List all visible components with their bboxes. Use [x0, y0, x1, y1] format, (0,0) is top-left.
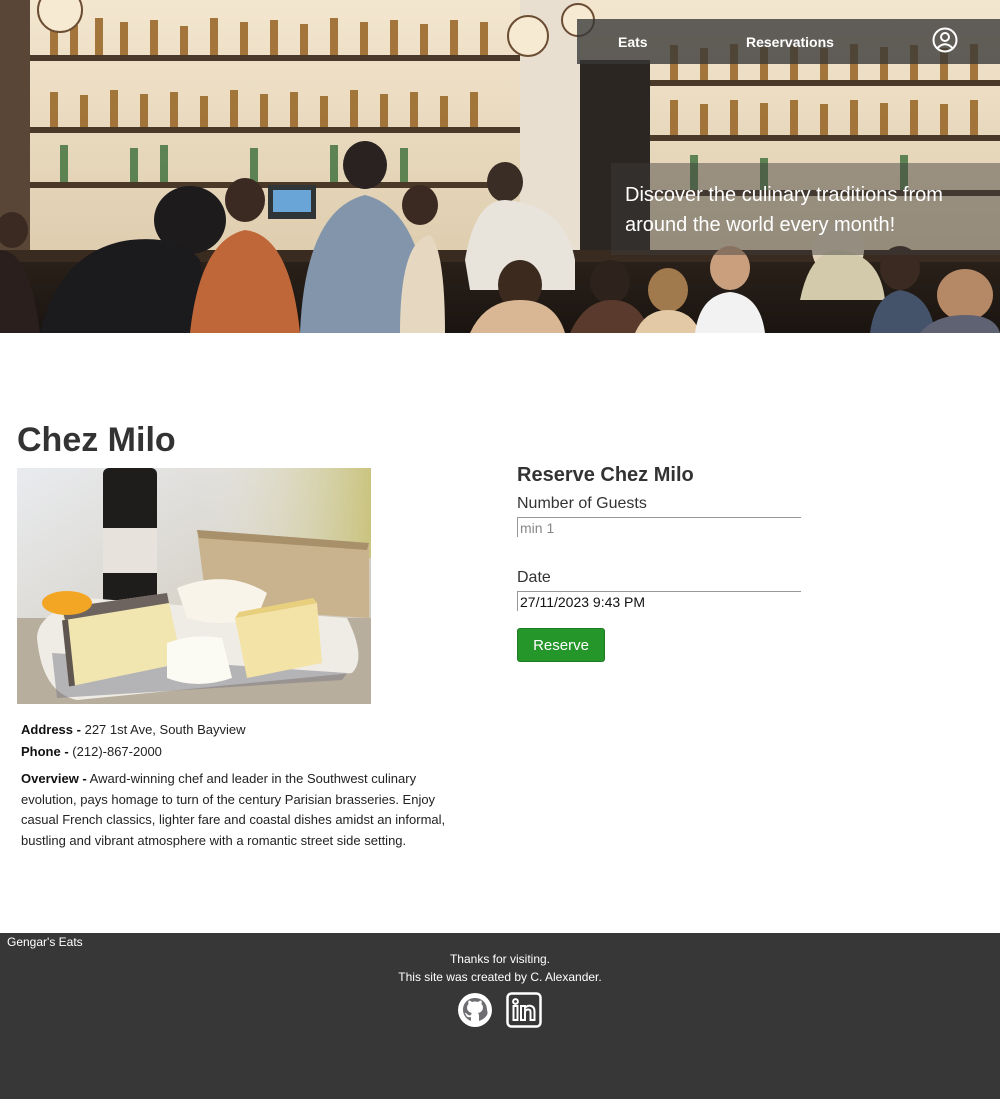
nav-eats-link[interactable]: Eats	[618, 34, 648, 50]
guests-input[interactable]	[517, 517, 801, 537]
date-label: Date	[517, 569, 551, 586]
hero-tagline: Discover the culinary traditions from ar…	[625, 184, 943, 236]
footer-credit: This site was created by C. Alexander.	[398, 970, 602, 984]
site-footer: Gengar's Eats Thanks for visiting. This …	[0, 933, 1000, 1099]
restaurant-photo	[17, 468, 371, 704]
nav-reservations-link[interactable]: Reservations	[746, 34, 834, 50]
guests-label: Number of Guests	[517, 495, 647, 512]
top-nav: Eats Reservations	[577, 19, 1000, 64]
restaurant-title: Chez Milo	[17, 421, 176, 459]
footer-thanks: Thanks for visiting.	[449, 952, 551, 966]
phone-value: (212)-867-2000	[72, 744, 162, 759]
hero-banner: Eats Reservations Discover the culinary …	[0, 0, 1000, 333]
reservation-heading: Reserve Chez Milo	[517, 464, 694, 486]
github-icon[interactable]	[457, 992, 493, 1028]
address-label: Address -	[21, 722, 81, 737]
overview-label: Overview -	[21, 771, 87, 786]
date-input[interactable]	[517, 591, 801, 611]
reservation-form: Reserve Chez Milo Number of Guests Date …	[517, 464, 807, 662]
restaurant-details: Address - 227 1st Ave, South Bayview Pho…	[21, 719, 466, 851]
user-circle-icon[interactable]	[932, 27, 958, 53]
cheese-plate-image	[17, 468, 371, 704]
linkedin-icon[interactable]	[506, 992, 542, 1028]
phone-line: Phone - (212)-867-2000	[21, 741, 466, 763]
address-line: Address - 227 1st Ave, South Bayview	[21, 719, 466, 741]
overview-line: Overview - Award-winning chef and leader…	[21, 769, 466, 851]
address-value: 227 1st Ave, South Bayview	[84, 722, 246, 737]
tagline-overlay: Discover the culinary traditions from ar…	[611, 163, 1000, 255]
phone-label: Phone -	[21, 744, 69, 759]
footer-brand: Gengar's Eats	[7, 935, 83, 949]
reserve-button[interactable]: Reserve	[517, 628, 605, 662]
